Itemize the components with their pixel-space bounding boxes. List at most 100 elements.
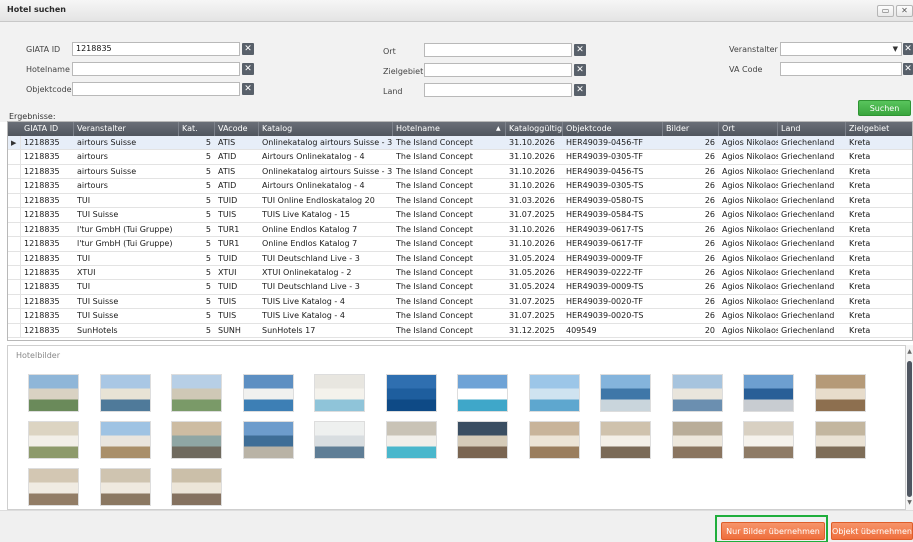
- hotel-image-thumbnail[interactable]: [28, 421, 79, 459]
- cell-bilder: 26: [704, 253, 715, 263]
- hotel-image-thumbnail[interactable]: [314, 374, 365, 412]
- hotel-image-thumbnail[interactable]: [528, 374, 580, 412]
- hotel-image-thumbnail[interactable]: [242, 374, 294, 412]
- close-button[interactable]: ✕: [896, 5, 913, 17]
- row-indicator[interactable]: [8, 179, 21, 193]
- table-row[interactable]: 1218835 l'tur GmbH (Tui Gruppe) 5 TUR1 Onlin…: [8, 237, 912, 252]
- hotel-image-thumbnail[interactable]: [457, 374, 508, 412]
- vacode-clear-icon[interactable]: ✕: [903, 63, 913, 75]
- column-header-kat[interactable]: Kat.: [179, 122, 215, 136]
- column-header-bilder[interactable]: Bilder: [663, 122, 719, 136]
- hotel-image-thumbnail[interactable]: [171, 421, 222, 459]
- images-scrollbar[interactable]: ▲ ▼: [906, 345, 913, 510]
- giata-input[interactable]: 1218835: [72, 42, 240, 56]
- hotel-image-thumbnail[interactable]: [385, 421, 437, 459]
- column-header-veranstalter[interactable]: Veranstalter: [74, 122, 179, 136]
- objektcode-clear-icon[interactable]: ✕: [242, 83, 254, 95]
- scroll-down-icon[interactable]: ▼: [906, 499, 913, 506]
- column-header-ort[interactable]: Ort: [719, 122, 778, 136]
- objektcode-input[interactable]: [72, 82, 240, 96]
- hotel-image-thumbnail[interactable]: [99, 468, 151, 506]
- table-row[interactable]: 1218835 airtours Suisse 5 ATIS Onlinekatalog…: [8, 164, 912, 180]
- column-header-giata-id[interactable]: GIATA ID: [21, 122, 74, 136]
- row-indicator[interactable]: [8, 150, 21, 164]
- hotel-image-thumbnail[interactable]: [528, 421, 580, 459]
- restore-button[interactable]: ▭: [877, 5, 894, 17]
- column-header-katalog[interactable]: Katalog: [259, 122, 393, 136]
- ort-clear-icon[interactable]: ✕: [574, 44, 586, 56]
- column-header-land[interactable]: Land: [778, 122, 846, 136]
- table-row[interactable]: 1218835 airtours 5 ATID Airtours Onlinekatal…: [8, 179, 912, 194]
- row-indicator[interactable]: ▶: [8, 136, 21, 150]
- scrollbar-thumb[interactable]: [907, 361, 912, 497]
- cell-ort: Agios Nikolaos: [722, 325, 778, 335]
- vacode-input[interactable]: [780, 62, 902, 76]
- hotelname-clear-icon[interactable]: ✕: [242, 63, 254, 75]
- hotel-image-thumbnail[interactable]: [242, 421, 294, 459]
- hotelname-input[interactable]: [72, 62, 240, 76]
- hotel-image-thumbnail[interactable]: [457, 421, 508, 459]
- row-indicator[interactable]: [8, 164, 21, 179]
- zielgebiet-input[interactable]: [424, 63, 572, 77]
- cell-bilder: 26: [704, 166, 715, 176]
- column-header-zielgebiet[interactable]: Zielgebiet: [846, 122, 912, 136]
- cell-giata-id: 1218835: [24, 267, 60, 277]
- veranstalter-clear-icon[interactable]: ✕: [903, 43, 913, 55]
- objekt-uebernehmen-button[interactable]: Objekt übernehmen: [831, 522, 913, 540]
- hotel-image-thumbnail[interactable]: [671, 421, 723, 459]
- table-row[interactable]: 1218835 TUI 5 TUID TUI Online Endloskatalog …: [8, 193, 912, 209]
- search-button[interactable]: Suchen: [858, 100, 911, 116]
- land-clear-icon[interactable]: ✕: [574, 84, 586, 96]
- hotel-image-thumbnail[interactable]: [99, 421, 151, 459]
- cell-kat: 5: [205, 325, 211, 335]
- cell-kataloggueltigkeit: 31.07.2025: [509, 296, 555, 306]
- table-row[interactable]: 1218835 airtours 5 ATID Airtours Onlinekatal…: [8, 150, 912, 165]
- hotel-image-thumbnail[interactable]: [28, 468, 79, 506]
- row-indicator[interactable]: [8, 193, 21, 208]
- table-row[interactable]: 1218835 TUI Suisse 5 TUIS TUIS Live Katalog …: [8, 208, 912, 223]
- cell-vacode: SUNH: [218, 325, 241, 335]
- veranstalter-select[interactable]: ▼: [780, 42, 902, 56]
- table-row[interactable]: 1218835 XTUI 5 XTUI XTUI Onlinekatalog - 2 Th…: [8, 265, 912, 281]
- zielgebiet-clear-icon[interactable]: ✕: [574, 64, 586, 76]
- row-indicator[interactable]: [8, 251, 21, 265]
- hotel-image-thumbnail[interactable]: [743, 421, 794, 459]
- column-header-kataloggueltigkeit[interactable]: Kataloggültigkeit: [506, 122, 563, 136]
- hotel-image-thumbnail[interactable]: [28, 374, 79, 412]
- table-row[interactable]: 1218835 SunHotels 5 SUNH SunHotels 17 The Isl…: [8, 323, 912, 339]
- table-row[interactable]: 1218835 l'tur GmbH (Tui Gruppe) 5 TUR1 Onlin…: [8, 222, 912, 238]
- hotel-image-thumbnail[interactable]: [385, 374, 437, 412]
- hotel-image-thumbnail[interactable]: [314, 421, 365, 459]
- hotel-image-thumbnail[interactable]: [814, 374, 866, 412]
- hotel-image-thumbnail[interactable]: [743, 374, 794, 412]
- nur-bilder-uebernehmen-button[interactable]: Nur Bilder übernehmen: [721, 522, 825, 540]
- table-row[interactable]: 1218835 TUI 5 TUID TUI Deutschland Live - 3 T…: [8, 280, 912, 295]
- hotel-image-thumbnail[interactable]: [171, 468, 222, 506]
- land-input[interactable]: [424, 83, 572, 97]
- hotel-image-thumbnail[interactable]: [671, 374, 723, 412]
- table-row[interactable]: 1218835 TUI 5 TUID TUI Deutschland Live - 3 T…: [8, 251, 912, 266]
- column-header-objektcode[interactable]: Objektcode: [563, 122, 663, 136]
- row-indicator[interactable]: [8, 309, 21, 323]
- hotel-image-thumbnail[interactable]: [814, 421, 866, 459]
- scroll-up-icon[interactable]: ▲: [906, 348, 913, 355]
- table-row[interactable]: 1218835 TUI Suisse 5 TUIS TUIS Live Katalog …: [8, 294, 912, 310]
- hotel-image-thumbnail[interactable]: [99, 374, 151, 412]
- ort-input[interactable]: [424, 43, 572, 57]
- row-indicator[interactable]: [8, 265, 21, 280]
- row-indicator[interactable]: [8, 323, 21, 338]
- row-indicator[interactable]: [8, 237, 21, 251]
- hotel-image-thumbnail[interactable]: [600, 374, 651, 412]
- cell-kataloggueltigkeit: 31.10.2026: [509, 138, 555, 147]
- column-header-hotelname[interactable]: Hotelname: [393, 122, 506, 136]
- giata-clear-icon[interactable]: ✕: [242, 43, 254, 55]
- row-indicator[interactable]: [8, 280, 21, 294]
- row-indicator[interactable]: [8, 208, 21, 222]
- hotel-image-thumbnail[interactable]: [600, 421, 651, 459]
- table-row[interactable]: ▶ 1218835 airtours Suisse 5 ATIS Onlinekatalo…: [8, 136, 912, 151]
- row-indicator[interactable]: [8, 222, 21, 237]
- column-header-vacode[interactable]: VAcode: [215, 122, 259, 136]
- table-row[interactable]: 1218835 TUI Suisse 5 TUIS TUIS Live Katalog …: [8, 309, 912, 324]
- row-indicator[interactable]: [8, 294, 21, 309]
- hotel-image-thumbnail[interactable]: [171, 374, 222, 412]
